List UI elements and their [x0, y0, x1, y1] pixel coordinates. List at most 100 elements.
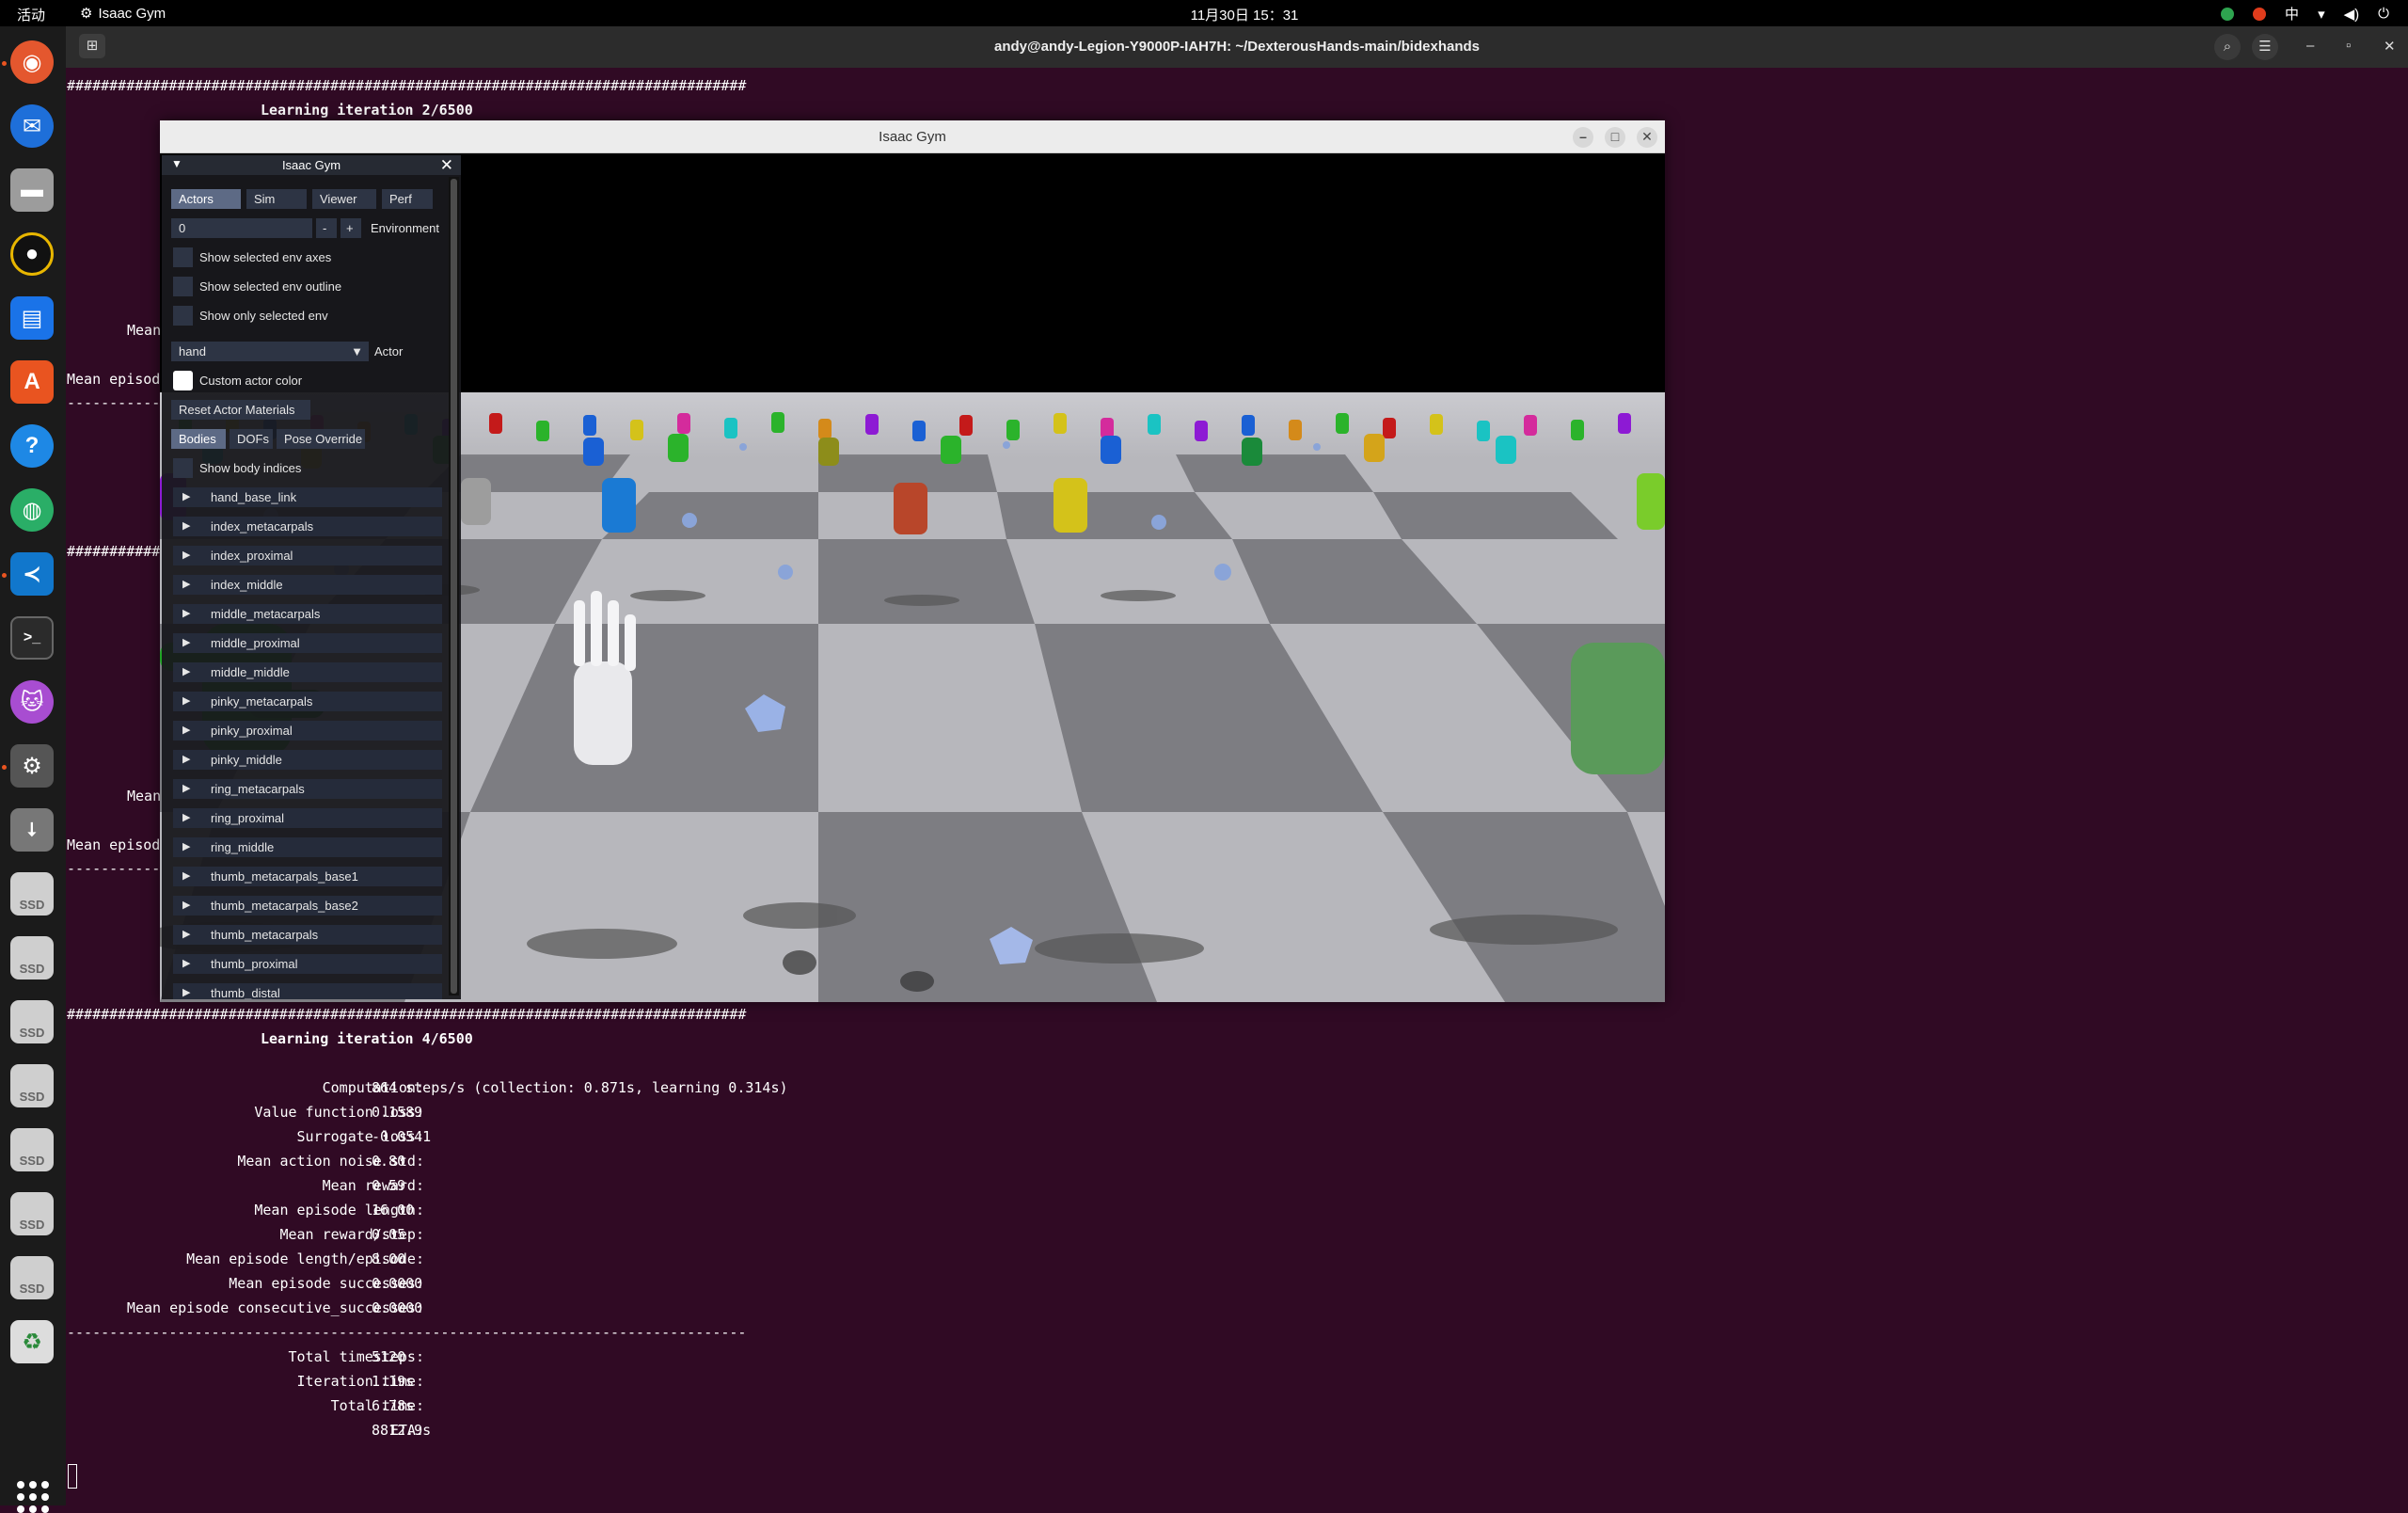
body-tree-item[interactable]: ▶ pinky_proximal: [173, 721, 442, 741]
usb-drive-icon[interactable]: ⭣: [10, 808, 54, 852]
terminal-line: Mean: [127, 322, 162, 339]
checkbox-label: Show body indices: [199, 461, 302, 475]
body-tree-item[interactable]: ▶ thumb_distal: [173, 983, 442, 999]
power-icon[interactable]: ⏻: [2378, 6, 2389, 22]
scrollbar-thumb[interactable]: [451, 179, 457, 994]
actor-dropdown[interactable]: hand ▼: [171, 342, 369, 361]
body-tree-item[interactable]: ▶ thumb_proximal: [173, 954, 442, 974]
subtab-dofs[interactable]: DOFs: [230, 429, 273, 449]
body-tree-item[interactable]: ▶ middle_metacarpals: [173, 604, 442, 624]
expand-arrow-icon: ▶: [182, 637, 191, 648]
gym-titlebar[interactable]: Isaac Gym – □ ✕: [160, 120, 1665, 153]
stat-label: Mean episode successes:: [229, 1275, 424, 1292]
close-button[interactable]: ✕: [2384, 38, 2396, 55]
clock[interactable]: 11月30日 15：31: [1183, 5, 1306, 24]
show-body-indices-checkbox[interactable]: [173, 458, 193, 478]
body-tree-item[interactable]: ▶ ring_metacarpals: [173, 779, 442, 799]
body-tree-item[interactable]: ▶ middle_middle: [173, 662, 442, 682]
app-center-icon[interactable]: A: [10, 360, 54, 404]
body-tree-item[interactable]: ▶ thumb_metacarpals: [173, 925, 442, 945]
subtab-pose-override[interactable]: Pose Override: [277, 429, 365, 449]
search-icon[interactable]: ⌕: [2214, 34, 2241, 60]
body-tree-item[interactable]: ▶ ring_proximal: [173, 808, 442, 828]
rhythmbox-icon[interactable]: ●: [10, 232, 54, 276]
ssd-drive-icon[interactable]: SSD: [10, 1000, 54, 1043]
wifi-icon[interactable]: ▾: [2318, 6, 2325, 23]
terminal-titlebar: ⊞ andy@andy-Legion-Y9000P-IAH7H: ~/Dexte…: [66, 26, 2408, 68]
tab-viewer[interactable]: Viewer: [312, 189, 376, 209]
trash-icon[interactable]: ♻: [10, 1320, 54, 1363]
settings-icon[interactable]: ⚙: [10, 744, 54, 788]
body-tree-item[interactable]: ▶ hand_base_link: [173, 487, 442, 507]
system-tray[interactable]: 中 ▾ ◀) ⏻: [2221, 4, 2389, 24]
tab-perf[interactable]: Perf: [382, 189, 433, 209]
reset-actor-materials-button[interactable]: Reset Actor Materials: [171, 400, 310, 420]
stat-value: 16.00: [372, 1202, 415, 1218]
body-tree-item[interactable]: ▶ pinky_metacarpals: [173, 692, 442, 711]
stat-label: Mean action noise std:: [237, 1153, 424, 1170]
hash-separator: ########################################…: [67, 1006, 747, 1023]
hamburger-menu-icon[interactable]: ☰: [2252, 34, 2278, 60]
environment-input[interactable]: 0: [171, 218, 312, 238]
restore-button[interactable]: ▫: [2346, 38, 2351, 54]
body-tree-item[interactable]: ▶ index_metacarpals: [173, 517, 442, 536]
wechat-tray-icon[interactable]: [2221, 7, 2235, 21]
expand-arrow-icon: ▶: [182, 608, 191, 619]
ssd-drive-icon[interactable]: SSD: [10, 936, 54, 979]
stat-value: 8.00: [372, 1250, 406, 1267]
stat-value: 1.19s: [372, 1373, 415, 1390]
firefox-icon[interactable]: ◉: [10, 40, 54, 84]
ime-indicator[interactable]: 中: [2285, 4, 2299, 24]
body-tree-item[interactable]: ▶ middle_proximal: [173, 633, 442, 653]
ssd-drive-icon[interactable]: SSD: [10, 1128, 54, 1171]
vscode-icon[interactable]: ≺: [10, 552, 54, 596]
thunderbird-icon[interactable]: ✉: [10, 104, 54, 148]
expand-arrow-icon: ▶: [182, 900, 191, 911]
help-icon[interactable]: ?: [10, 424, 54, 468]
volume-icon[interactable]: ◀): [2344, 6, 2360, 23]
show-only-env-checkbox[interactable]: [173, 306, 193, 326]
ssd-drive-icon[interactable]: SSD: [10, 1064, 54, 1107]
terminal-line: ------------: [67, 860, 169, 877]
show-apps-icon[interactable]: [17, 1481, 49, 1513]
ssd-drive-icon[interactable]: SSD: [10, 1256, 54, 1299]
panel-scrollbar[interactable]: [449, 177, 459, 995]
stat-label: Mean reward/step:: [279, 1226, 424, 1243]
ssd-drive-icon[interactable]: SSD: [10, 1192, 54, 1235]
show-env-outline-checkbox[interactable]: [173, 277, 193, 296]
activities-button[interactable]: 活动: [17, 5, 45, 24]
body-tree-item[interactable]: ▶ pinky_middle: [173, 750, 442, 770]
custom-actor-color-swatch[interactable]: [173, 371, 193, 390]
iteration-header: Learning iteration 4/6500: [261, 1030, 473, 1047]
show-env-axes-checkbox[interactable]: [173, 247, 193, 267]
ssd-drive-icon[interactable]: SSD: [10, 872, 54, 916]
expand-arrow-icon: ▶: [182, 491, 191, 502]
env-increment-button[interactable]: +: [341, 218, 361, 238]
subtab-bodies[interactable]: Bodies: [171, 429, 226, 449]
stat-value: 8812.9s: [372, 1422, 432, 1439]
close-button[interactable]: ✕: [1637, 127, 1657, 148]
tab-actors[interactable]: Actors: [171, 189, 241, 209]
body-tree-item[interactable]: ▶ ring_middle: [173, 837, 442, 857]
body-tree-item[interactable]: ▶ index_proximal: [173, 546, 442, 565]
panel-header[interactable]: ▼ Isaac Gym ✕: [162, 155, 461, 175]
env-decrement-button[interactable]: -: [316, 218, 337, 238]
top-bar: 活动 ⚙ Isaac Gym 11月30日 15：31 中 ▾ ◀) ⏻: [0, 0, 2408, 26]
app-tray-icon[interactable]: [2253, 7, 2267, 21]
writer-icon[interactable]: ▤: [10, 296, 54, 340]
minimize-button[interactable]: –: [2306, 38, 2314, 54]
body-tree-item[interactable]: ▶ thumb_metacarpals_base1: [173, 867, 442, 886]
body-tree-item[interactable]: ▶ thumb_metacarpals_base2: [173, 896, 442, 916]
files-icon[interactable]: ▬: [10, 168, 54, 212]
maximize-button[interactable]: □: [1605, 127, 1625, 148]
cat-app-icon[interactable]: 🐱: [10, 680, 54, 724]
wechat-icon[interactable]: ◍: [10, 488, 54, 532]
app-menu-label: Isaac Gym: [98, 5, 166, 22]
expand-arrow-icon: ▶: [182, 520, 191, 532]
close-icon[interactable]: ✕: [440, 156, 453, 175]
terminal-icon[interactable]: >_: [10, 616, 54, 660]
body-tree-item[interactable]: ▶ index_middle: [173, 575, 442, 595]
app-menu[interactable]: ⚙ Isaac Gym: [80, 5, 166, 23]
minimize-button[interactable]: –: [1573, 127, 1593, 148]
tab-sim[interactable]: Sim: [246, 189, 307, 209]
